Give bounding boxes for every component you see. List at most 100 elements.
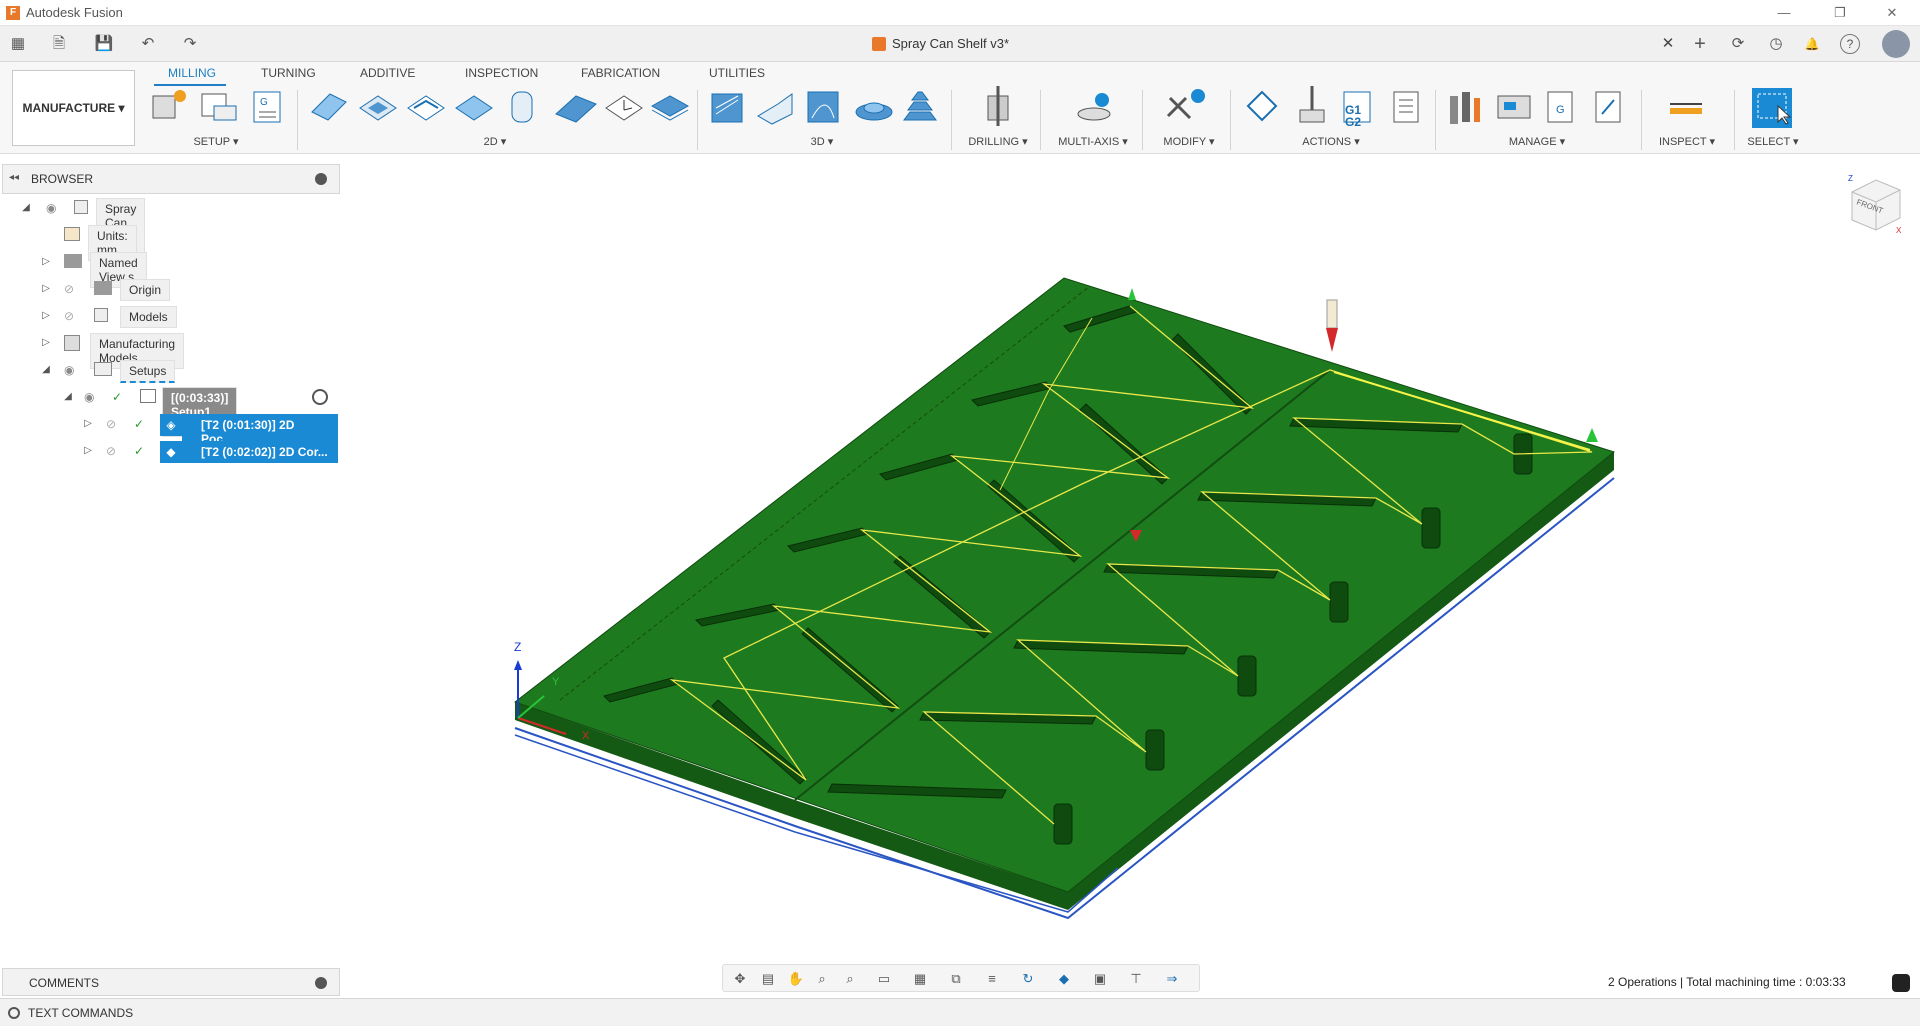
setup-sheet-icon[interactable] <box>201 93 237 121</box>
tool-display-icon[interactable]: ⊤ <box>1123 969 1149 989</box>
grid-settings-icon[interactable]: ▦ <box>907 969 933 989</box>
face-icon[interactable] <box>407 95 445 121</box>
help-icon[interactable]: ? <box>1840 34 1860 54</box>
select-icon[interactable] <box>1752 88 1792 128</box>
scallop-icon[interactable] <box>855 102 893 121</box>
group-multi-axis[interactable]: MULTI-AXIS ▾ <box>1051 135 1135 148</box>
close-tab-button[interactable]: ✕ <box>1658 34 1678 54</box>
new-tab-icon[interactable]: + <box>1690 34 1710 54</box>
expand-arrow-icon[interactable]: ◢ <box>62 391 74 402</box>
slot-icon[interactable] <box>511 91 533 123</box>
sync-icon[interactable]: ↻ <box>1015 969 1041 989</box>
3d-adaptive-icon[interactable] <box>711 93 743 123</box>
visibility-eye-off-icon[interactable]: ⊘ <box>64 282 74 296</box>
orbit-icon[interactable]: ✥ <box>727 969 753 989</box>
contour-3d-icon[interactable] <box>903 91 937 121</box>
view-cube[interactable]: FRONT Z X <box>1844 174 1904 235</box>
multi-axis-icon[interactable] <box>1077 93 1111 121</box>
group-inspect[interactable]: INSPECT ▾ <box>1652 135 1722 148</box>
expand-arrow-icon[interactable]: ▷ <box>82 445 94 456</box>
template-library-icon[interactable] <box>1595 91 1621 123</box>
group-setup[interactable]: SETUP ▾ <box>186 135 246 148</box>
visual-style-icon[interactable]: ◆ <box>1051 969 1077 989</box>
group-actions[interactable]: ACTIONS ▾ <box>1296 135 1366 148</box>
group-2d[interactable]: 2D ▾ <box>470 135 520 148</box>
collapse-browser-icon[interactable]: ◂◂ <box>9 172 19 183</box>
account-avatar[interactable] <box>1882 30 1910 58</box>
fit-icon[interactable]: ⌕ <box>837 969 863 989</box>
visibility-eye-icon[interactable]: ◉ <box>64 363 74 377</box>
undo-icon[interactable]: ↶ <box>134 34 162 54</box>
group-drilling[interactable]: DRILLING ▾ <box>962 135 1034 148</box>
expand-arrow-icon[interactable]: ▷ <box>82 418 94 429</box>
expand-arrow-icon[interactable]: ▷ <box>40 337 52 348</box>
simulation-speed-icon[interactable]: ⇒ <box>1159 969 1185 989</box>
minimize-button[interactable]: — <box>1762 2 1806 24</box>
tab-utilities[interactable]: UTILITIES <box>709 66 765 80</box>
comments-panel[interactable]: COMMENTS <box>2 968 340 996</box>
extensions-icon[interactable]: ⟳ <box>1728 34 1748 54</box>
simulate-icon[interactable] <box>1246 90 1278 122</box>
expand-arrow-icon[interactable]: ▷ <box>40 283 52 294</box>
browser-options-icon[interactable] <box>315 173 327 185</box>
close-window-button[interactable]: ✕ <box>1870 2 1914 24</box>
group-select[interactable]: SELECT ▾ <box>1738 135 1808 148</box>
steep-shallow-icon[interactable] <box>807 91 839 123</box>
new-setup-icon[interactable] <box>152 90 186 119</box>
3d-viewport[interactable] <box>340 156 1920 956</box>
tab-inspection[interactable]: INSPECTION <box>465 66 538 80</box>
simulate-machine-icon[interactable] <box>1299 86 1325 123</box>
viewports-icon[interactable]: ⧉ <box>943 969 969 989</box>
thread-icon[interactable] <box>605 95 643 121</box>
capture-icon[interactable]: ▣ <box>1087 969 1113 989</box>
post-library-icon[interactable]: G <box>1547 91 1573 123</box>
visibility-eye-icon[interactable]: ◉ <box>46 201 56 215</box>
trace-icon[interactable] <box>555 95 597 123</box>
add-comment-icon[interactable] <box>315 977 327 989</box>
nc-program-icon[interactable]: G <box>253 91 281 123</box>
3d-pocket-icon[interactable] <box>757 93 793 125</box>
pan-icon[interactable]: ✋ <box>783 969 809 989</box>
modify-icon[interactable] <box>1166 89 1205 120</box>
text-commands-icon[interactable] <box>8 1007 20 1019</box>
2d-pocket-icon[interactable] <box>359 95 397 121</box>
notifications-icon[interactable]: 🔔 <box>1802 34 1822 54</box>
display-settings-icon[interactable]: ▭ <box>871 969 897 989</box>
tab-additive[interactable]: ADDITIVE <box>360 66 415 80</box>
zoom-icon[interactable]: ⌕ <box>809 969 835 989</box>
chat-icon[interactable] <box>1892 974 1910 992</box>
group-manage[interactable]: MANAGE ▾ <box>1502 135 1572 148</box>
measure-icon[interactable] <box>1670 103 1702 114</box>
machine-library-icon[interactable] <box>1497 95 1531 119</box>
group-3d[interactable]: 3D ▾ <box>797 135 847 148</box>
tab-turning[interactable]: TURNING <box>261 66 316 80</box>
text-commands-bar[interactable]: TEXT COMMANDS <box>0 998 1920 1026</box>
visibility-eye-off-icon[interactable]: ⊘ <box>106 417 116 431</box>
visibility-eye-off-icon[interactable]: ⊘ <box>64 309 74 323</box>
look-at-icon[interactable]: ▤ <box>755 969 781 989</box>
setup-sheet-action-icon[interactable] <box>1393 91 1419 123</box>
activate-setup-icon[interactable] <box>312 389 328 405</box>
expand-arrow-icon[interactable]: ◢ <box>20 202 32 213</box>
job-status-icon[interactable]: ◷ <box>1766 34 1786 54</box>
group-modify[interactable]: MODIFY ▾ <box>1154 135 1224 148</box>
redo-icon[interactable]: ↷ <box>176 34 204 54</box>
browser-header[interactable]: ◂◂ BROWSER <box>2 164 340 194</box>
expand-arrow-icon[interactable]: ◢ <box>40 364 52 375</box>
save-icon[interactable]: 💾 <box>94 34 114 54</box>
section-icon[interactable]: ≡ <box>979 969 1005 989</box>
expand-arrow-icon[interactable]: ▷ <box>40 256 52 267</box>
visibility-eye-off-icon[interactable]: ⊘ <box>106 444 116 458</box>
tab-fabrication[interactable]: FABRICATION <box>581 66 660 80</box>
2d-contour-icon[interactable] <box>455 95 493 121</box>
tab-milling[interactable]: MILLING <box>168 66 216 80</box>
expand-arrow-icon[interactable]: ▷ <box>40 310 52 321</box>
chamfer-icon[interactable] <box>650 95 690 121</box>
file-menu-icon[interactable]: 🗎 <box>44 34 74 54</box>
restore-button[interactable]: ❐ <box>1818 2 1862 24</box>
document-tab[interactable]: Spray Can Shelf v3* <box>864 30 1064 58</box>
visibility-eye-icon[interactable]: ◉ <box>84 390 94 404</box>
apps-grid-icon[interactable]: ▦ <box>8 34 28 54</box>
drill-icon[interactable] <box>987 86 1009 126</box>
2d-adaptive-icon[interactable] <box>311 93 347 121</box>
